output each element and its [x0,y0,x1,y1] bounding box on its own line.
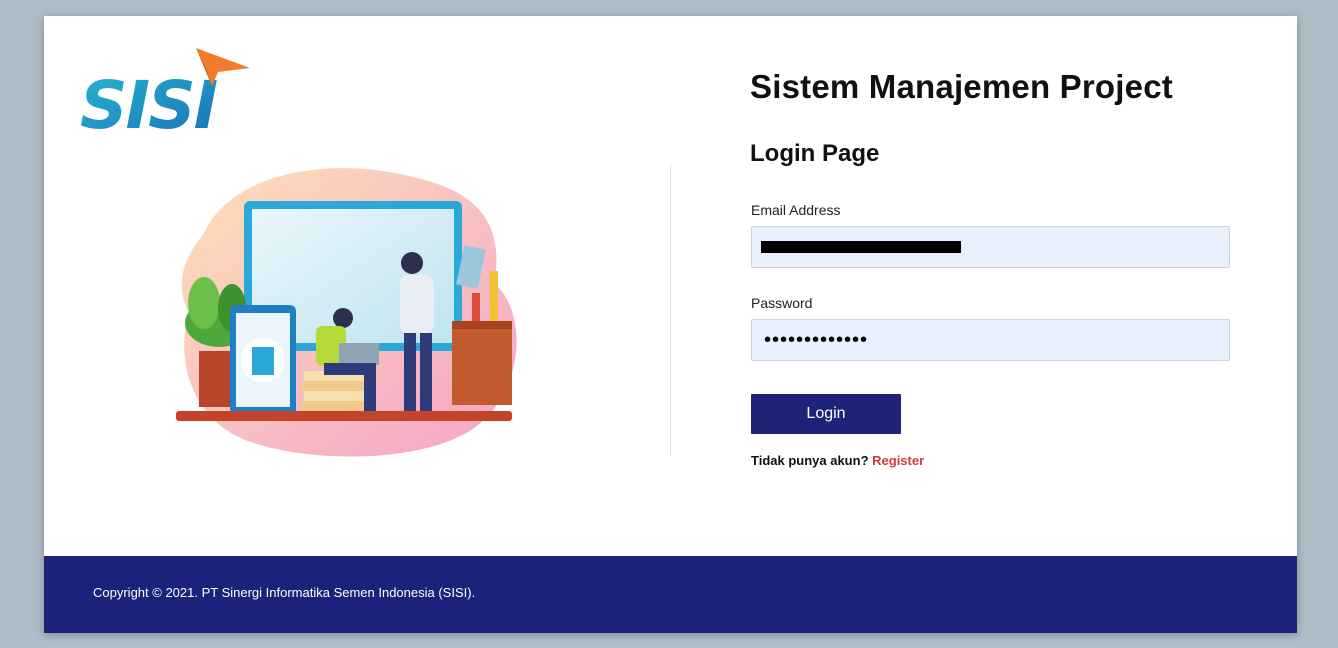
register-prompt: Tidak punya akun? Register [751,453,924,468]
login-card: SISI Sistem Manajemen Project Login Page… [44,16,1297,633]
workspace-illustration [176,168,517,457]
vertical-divider [670,164,671,456]
sisi-logo: SISI [80,48,250,132]
register-link[interactable]: Register [872,453,924,468]
register-prompt-text: Tidak punya akun? [751,453,869,468]
password-field[interactable] [751,319,1230,361]
login-button[interactable]: Login [751,394,901,434]
footer: Copyright © 2021. PT Sinergi Informatika… [44,556,1297,633]
page-title: Sistem Manajemen Project [750,68,1173,105]
svg-text:SISI: SISI [80,67,218,132]
password-label: Password [751,295,813,311]
redacted-email-mask [761,241,961,253]
email-label: Email Address [751,202,841,218]
copyright-text: Copyright © 2021. PT Sinergi Informatika… [93,585,476,600]
login-heading: Login Page [750,140,880,167]
